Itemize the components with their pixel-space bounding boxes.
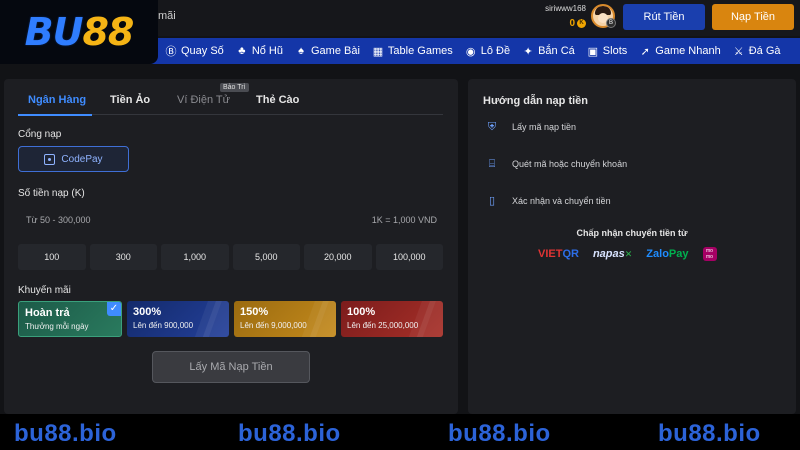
ball-icon: ◉: [465, 45, 476, 58]
maintenance-badge: Bảo Trì: [220, 83, 249, 92]
site-logo[interactable]: BU88: [0, 0, 158, 64]
gateway-label: Cổng nạp: [18, 129, 62, 140]
watermark-text: bu88.bio: [238, 420, 341, 447]
tab-ngan-hang[interactable]: Ngân Hàng: [28, 94, 86, 106]
promo-card-150[interactable]: 150% Lên đến 9,000,000: [234, 301, 336, 337]
promo-options: Hoàn trả Thưởng mỗi ngày ✓ 300% Lên đến …: [18, 301, 443, 337]
nav-label: Nổ Hũ: [251, 45, 283, 57]
nav-item-quay-so[interactable]: Ⓑ Quay Số: [165, 43, 224, 59]
nav-item-game-nhanh[interactable]: ➚ Game Nhanh: [639, 45, 721, 58]
quick-amount-button[interactable]: 5,000: [232, 244, 300, 270]
step-label: Quét mã hoặc chuyển khoản: [512, 159, 628, 169]
phone-icon: ▯: [488, 195, 496, 207]
get-deposit-code-button[interactable]: Lấy Mã Nạp Tiền: [152, 351, 310, 383]
nav-item-lo-de[interactable]: ◉ Lô Đề: [465, 45, 510, 58]
nav-item-table-games[interactable]: ▦ Table Games: [372, 45, 453, 58]
nav-item-slots[interactable]: ▣ Slots: [587, 45, 628, 58]
quick-amount-button[interactable]: 100: [18, 244, 86, 270]
rooster-icon: ⚔: [733, 45, 744, 58]
nav-label: Game Nhanh: [655, 45, 721, 57]
watermark-text: bu88.bio: [658, 420, 761, 447]
tab-the-cao[interactable]: Thẻ Cào: [256, 94, 299, 106]
nav-label: Quay Số: [181, 45, 224, 57]
amount-label: Số tiền nạp (K): [18, 188, 85, 199]
nav-item-game-bai[interactable]: ♠ Game Bài: [295, 45, 360, 57]
active-tab-indicator: [18, 114, 92, 116]
quick-amount-button[interactable]: 100,000: [375, 244, 443, 270]
deposit-tabs: Ngân Hàng Tiền Ảo Ví Điện Tử Bảo Trì Thẻ…: [18, 83, 443, 116]
promo-title: Hoàn trả: [25, 307, 70, 319]
tab-tien-ao[interactable]: Tiền Ảo: [110, 94, 150, 106]
watermark-text: bu88.bio: [448, 420, 551, 447]
nav-label: Table Games: [387, 45, 453, 57]
nav-label: Đá Gà: [748, 45, 781, 57]
slots-icon: ▣: [587, 45, 598, 58]
codepay-option-button[interactable]: CodePay: [18, 146, 129, 172]
coin-icon: K: [577, 19, 586, 28]
deposit-guide-panel: Hướng dẫn nạp tiền ⛨ Lấy mã nạp tiền ⌸ Q…: [468, 79, 796, 414]
scan-icon: ⌸: [488, 158, 496, 170]
nav-item-no-hu[interactable]: ♣ Nổ Hũ: [236, 45, 283, 57]
promo-label: Khuyến mãi: [18, 285, 71, 296]
guide-step-2: ⌸ Quét mã hoặc chuyển khoản: [486, 158, 627, 170]
promo-card-rebate[interactable]: Hoàn trả Thưởng mỗi ngày ✓: [18, 301, 122, 337]
nav-label: Lô Đề: [480, 45, 511, 57]
step-label: Xác nhận và chuyển tiền: [512, 196, 611, 206]
rocket-icon: ➚: [640, 45, 650, 58]
nav-label: Game Bài: [311, 45, 360, 57]
guide-step-3: ▯ Xác nhận và chuyển tiền: [486, 195, 611, 207]
amount-input[interactable]: Từ 50 - 300,000 1K = 1,000 VND: [18, 206, 443, 234]
avatar-badge-icon: B: [606, 18, 616, 28]
tab-vi-dien-tu[interactable]: Ví Điện Tử: [177, 94, 230, 106]
watermark-bar: bu88.bio bu88.bio bu88.bio bu88.bio: [0, 414, 800, 450]
quick-amount-button[interactable]: 20,000: [304, 244, 372, 270]
username: siriwww168: [545, 4, 586, 13]
logo-text: BU88: [24, 10, 135, 54]
exchange-rate: 1K = 1,000 VND: [371, 215, 437, 225]
napas-logo: napas✕: [592, 248, 633, 260]
balance-value: 0: [569, 18, 575, 29]
nav-label: Bắn Cá: [538, 45, 575, 57]
payment-partners: VIETQR napas✕ ZaloPay mo mo: [538, 247, 717, 261]
nav-label: Slots: [602, 45, 628, 57]
jackpot-icon: ♣: [238, 45, 246, 57]
checkmark-icon: ✓: [107, 302, 121, 316]
accept-title: Chấp nhận chuyển tiền từ: [576, 228, 688, 238]
quick-amounts: 100 300 1,000 5,000 20,000 100,000: [18, 244, 443, 270]
promo-subtitle: Thưởng mỗi ngày: [25, 322, 89, 331]
withdraw-button[interactable]: Rút Tiền: [623, 4, 705, 30]
promo-card-100[interactable]: 100% Lên đến 25,000,000: [341, 301, 443, 337]
shield-check-icon: ⛨: [487, 121, 497, 133]
lottery-icon: Ⓑ: [165, 46, 177, 58]
vietqr-logo: VIETQR: [538, 248, 579, 260]
gateway-option-label: CodePay: [61, 153, 103, 165]
nav-item-ban-ca[interactable]: ✦ Bắn Cá: [522, 45, 575, 58]
quick-amount-button[interactable]: 300: [89, 244, 157, 270]
deposit-button[interactable]: Nạp Tiền: [712, 4, 794, 30]
cards-icon: ♠: [298, 45, 304, 57]
guide-title: Hướng dẫn nạp tiền: [483, 95, 589, 107]
table-icon: ▦: [372, 45, 384, 58]
guide-step-1: ⛨ Lấy mã nạp tiền: [486, 121, 576, 133]
watermark-text: bu88.bio: [14, 420, 117, 447]
nav-item-da-ga[interactable]: ⚔ Đá Gà: [733, 45, 781, 58]
zalopay-logo: ZaloPay: [646, 248, 689, 260]
deposit-panel: Ngân Hàng Tiền Ảo Ví Điện Tử Bảo Trì Thẻ…: [4, 79, 458, 414]
amount-placeholder: Từ 50 - 300,000: [26, 215, 91, 225]
balance: 0 K: [569, 18, 586, 29]
momo-logo: mo mo: [702, 247, 717, 261]
promo-marquee-text: mãi: [158, 10, 176, 22]
scan-icon: [44, 153, 56, 165]
user-info[interactable]: siriwww168 0 K: [530, 4, 586, 31]
promo-card-300[interactable]: 300% Lên đến 900,000: [127, 301, 229, 337]
step-label: Lấy mã nạp tiền: [512, 122, 577, 132]
quick-amount-button[interactable]: 1,000: [161, 244, 229, 270]
fish-icon: ✦: [523, 45, 533, 58]
